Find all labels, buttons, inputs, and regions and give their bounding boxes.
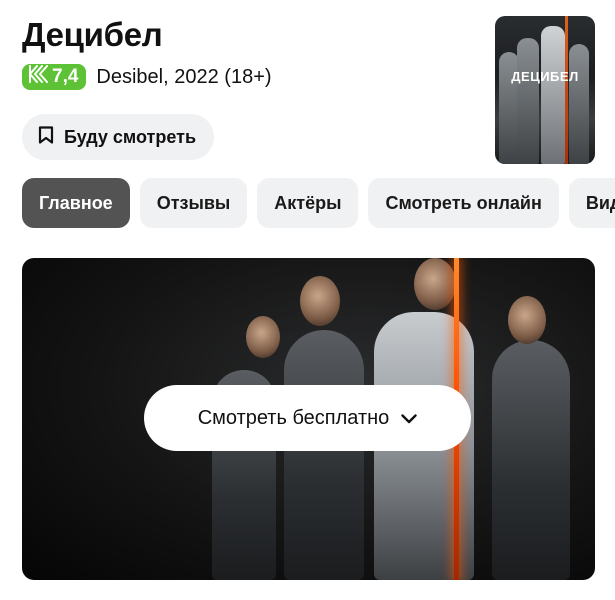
watch-later-label: Буду смотреть bbox=[64, 126, 197, 147]
chevron-down-icon bbox=[401, 407, 418, 430]
tab-watch-online[interactable]: Смотреть онлайн bbox=[368, 178, 559, 228]
watch-later-button[interactable]: Буду смотреть bbox=[22, 114, 215, 160]
tab-actors[interactable]: Актёры bbox=[257, 178, 359, 228]
hero-figure-head bbox=[414, 258, 456, 310]
poster-title-text: ДЕЦИБЕЛ bbox=[511, 69, 579, 84]
kinopoisk-k-icon bbox=[28, 65, 48, 89]
hero-figure-head bbox=[246, 316, 280, 358]
original-title-year-age: Desibel, 2022 (18+) bbox=[96, 65, 272, 88]
rating-value: 7,4 bbox=[52, 66, 79, 87]
hero-figure-head bbox=[508, 296, 546, 344]
hero-figure bbox=[284, 330, 364, 580]
hero-figure bbox=[492, 340, 570, 580]
tab-reviews[interactable]: Отзывы bbox=[139, 178, 248, 228]
movie-meta-row: 7,4 Desibel, 2022 (18+) bbox=[22, 64, 272, 90]
bookmark-icon bbox=[38, 125, 54, 149]
hero-figure-head bbox=[300, 276, 340, 326]
movie-poster[interactable]: ДЕЦИБЕЛ bbox=[495, 16, 595, 164]
rating-badge[interactable]: 7,4 bbox=[22, 64, 87, 90]
tab-video[interactable]: Видео bbox=[568, 178, 615, 228]
watch-free-label: Смотреть бесплатно bbox=[197, 406, 390, 429]
movie-title: Децибел bbox=[22, 16, 163, 53]
watch-free-button[interactable]: Смотреть бесплатно bbox=[144, 385, 471, 451]
tab-bar: Главное Отзывы Актёры Смотреть онлайн Ви… bbox=[22, 178, 615, 228]
hero-trailer[interactable]: Смотреть бесплатно bbox=[22, 258, 595, 580]
tab-main[interactable]: Главное bbox=[22, 178, 130, 228]
